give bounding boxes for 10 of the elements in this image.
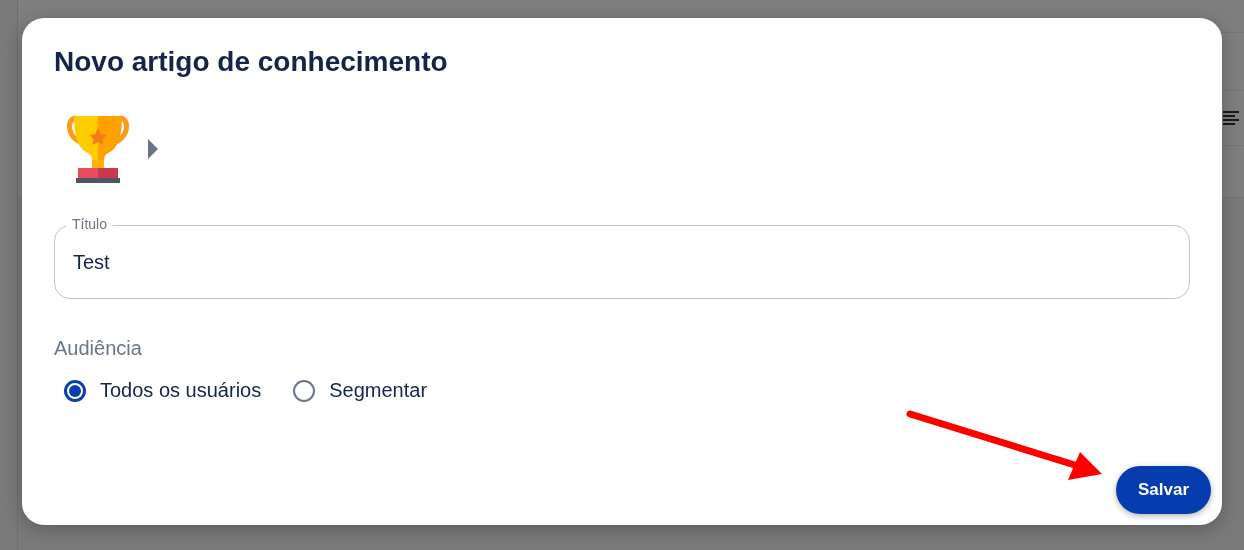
radio-label[interactable]: Segmentar: [329, 379, 428, 402]
trophy-icon[interactable]: [64, 114, 132, 184]
caret-icon[interactable]: [148, 139, 158, 159]
radio-button[interactable]: [293, 379, 316, 402]
dialog-title: Novo artigo de conhecimento: [54, 45, 449, 79]
radio-label[interactable]: Todos os usuários: [100, 379, 262, 402]
menu-icon: [1221, 110, 1241, 126]
save-button[interactable]: Salvar: [1115, 466, 1211, 514]
audience-label: Audiência: [54, 336, 143, 360]
radio-button[interactable]: [64, 379, 86, 402]
